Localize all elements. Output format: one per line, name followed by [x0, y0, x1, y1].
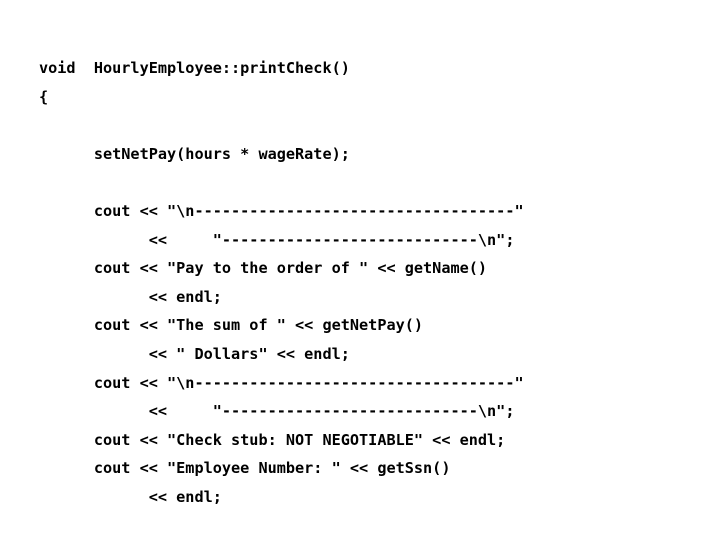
code-line: setNetPay(hours * wageRate); [39, 144, 350, 163]
code-line: cout << "Pay to the order of " << getNam… [39, 259, 488, 278]
code-line: cout << "The sum of " << getNetPay() [39, 316, 424, 335]
code-line: << endl; [39, 487, 222, 506]
code-line: cout << "\n-----------------------------… [39, 373, 524, 392]
code-line: cout << "Check stub: NOT NEGOTIABLE" << … [39, 430, 506, 449]
code-line: void HourlyEmployee::printCheck() [39, 59, 350, 77]
code-line: cout << "\n-----------------------------… [39, 201, 524, 220]
code-line: << " Dollars" << endl; [39, 344, 350, 363]
code-block: void HourlyEmployee::printCheck() { setN… [39, 54, 699, 512]
code-line: cout << "Employee Number: " << getSsn() [39, 459, 451, 478]
code-line: { [39, 87, 49, 106]
code-line: << endl; [39, 287, 222, 306]
slide-canvas: void HourlyEmployee::printCheck() { setN… [0, 0, 720, 540]
code-line: << "----------------------------\n"; [39, 402, 515, 421]
code-line: << "----------------------------\n"; [39, 230, 515, 249]
